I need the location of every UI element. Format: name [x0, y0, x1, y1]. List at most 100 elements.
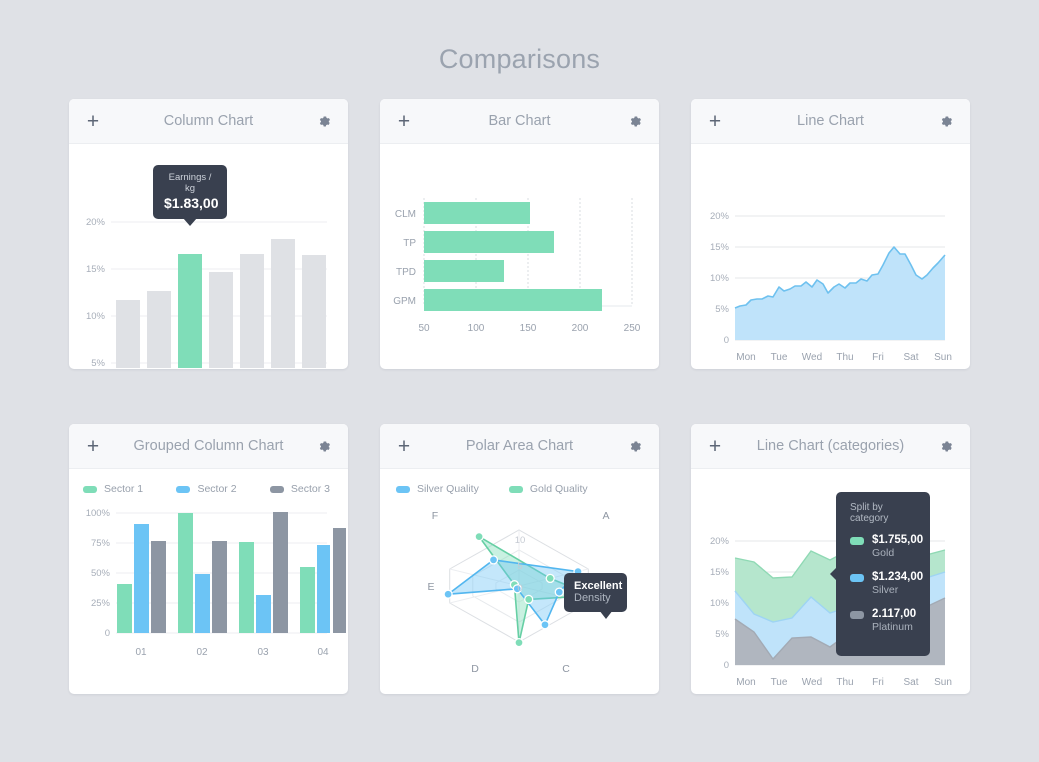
svg-text:5%: 5% — [715, 304, 729, 315]
card-header: + Column Chart — [69, 99, 348, 144]
tooltip-subtitle: Density — [574, 592, 611, 604]
polar-chart-tooltip: Excellent Density — [564, 573, 627, 619]
legend-item-sector-2[interactable]: Sector 2 — [176, 483, 237, 495]
svg-text:10%: 10% — [710, 598, 730, 609]
legend-item-sector-1[interactable]: Sector 1 — [83, 483, 143, 495]
card-header: + Grouped Column Chart — [69, 424, 348, 469]
bars — [424, 202, 602, 311]
svg-text:10%: 10% — [86, 311, 106, 322]
svg-text:5%: 5% — [715, 629, 729, 640]
card-header: + Line Chart — [691, 99, 970, 144]
svg-text:Sun: Sun — [934, 677, 952, 688]
svg-text:0: 0 — [724, 660, 729, 671]
svg-text:Wed: Wed — [802, 352, 822, 363]
highlighted-column — [178, 254, 202, 368]
svg-text:20%: 20% — [710, 211, 730, 222]
y-axis-labels: 20% 15% 10% 5% 0 — [86, 217, 106, 368]
svg-text:0: 0 — [517, 583, 522, 594]
gear-icon[interactable] — [314, 436, 334, 456]
tooltip-item-platinum: 2.117,00 Platinum — [850, 607, 916, 635]
bar-chart-body: CLM TP TPD GPM 50 100 150 200 250 — [380, 144, 659, 369]
svg-text:Mon: Mon — [736, 677, 755, 688]
polar-area-chart-body: Silver Quality Gold Quality 10 5 0 A C D… — [380, 469, 659, 694]
legend: Silver Quality Gold Quality — [380, 469, 659, 495]
svg-text:50%: 50% — [91, 568, 111, 579]
svg-text:A: A — [602, 510, 609, 522]
legend-swatch-icon — [269, 485, 284, 493]
card-title: Bar Chart — [488, 113, 551, 129]
tooltip-category-name: Platinum — [872, 621, 913, 634]
svg-text:Mon: Mon — [736, 352, 755, 363]
gear-icon[interactable] — [936, 436, 956, 456]
svg-text:C: C — [562, 663, 570, 675]
legend-item-sector-3[interactable]: Sector 3 — [269, 483, 330, 495]
legend-label: Gold Quality — [529, 483, 588, 495]
legend-item-silver-quality[interactable]: Silver Quality — [396, 483, 479, 495]
svg-text:E: E — [427, 581, 434, 593]
gear-icon[interactable] — [625, 111, 645, 131]
svg-text:15%: 15% — [86, 264, 106, 275]
card-bar-chart: + Bar Chart CLM TP TPD GPM 50 100 150 20… — [380, 99, 659, 369]
legend: Sector 1 Sector 2 Sector 3 — [69, 469, 348, 495]
svg-text:100: 100 — [468, 323, 485, 334]
x-axis-labels: Mon Tue Wed Thu Fri Sat Sun — [736, 352, 952, 363]
y-axis-labels: 20% 15% 10% 5% 0 — [710, 211, 730, 346]
line-chart-svg[interactable]: 20% 15% 10% 5% 0 Mon Tue Wed Thu Fri Sat… — [691, 144, 970, 368]
card-header: + Polar Area Chart — [380, 424, 659, 469]
svg-text:F: F — [432, 510, 438, 522]
svg-text:Wed: Wed — [802, 677, 822, 688]
page-title: Comparisons — [438, 44, 601, 74]
legend-swatch-icon — [83, 485, 97, 493]
add-icon[interactable]: + — [705, 111, 725, 132]
svg-text:15%: 15% — [710, 567, 730, 578]
x-axis-labels: 50 100 150 200 250 — [418, 323, 640, 334]
y-axis-labels: 20% 15% 10% 5% 0 — [710, 536, 730, 671]
y-axis-labels: CLM TP TPD GPM — [393, 209, 416, 307]
gear-icon[interactable] — [936, 111, 956, 131]
card-line-chart-categories: + Line Chart (categories) 20% 15% 10% 5%… — [691, 424, 970, 694]
svg-text:5%: 5% — [91, 358, 105, 368]
card-title: Line Chart — [797, 113, 864, 129]
add-icon[interactable]: + — [83, 436, 103, 457]
svg-text:GPM: GPM — [393, 296, 416, 307]
card-polar-area-chart: + Polar Area Chart Silver Quality Gold Q… — [380, 424, 659, 694]
tooltip-caption: Earnings / kg — [168, 172, 212, 194]
card-grouped-column-chart: + Grouped Column Chart Sector 1 Sector 2… — [69, 424, 348, 694]
card-header: + Line Chart (categories) — [691, 424, 970, 469]
svg-text:Sat: Sat — [903, 677, 918, 688]
legend-swatch-icon — [176, 485, 191, 493]
bar-chart-svg[interactable]: CLM TP TPD GPM 50 100 150 200 250 — [380, 144, 659, 368]
gear-icon[interactable] — [625, 436, 645, 456]
grouped-column-chart-body: Sector 1 Sector 2 Sector 3 100% 75% 50% … — [69, 469, 348, 694]
legend-swatch-icon — [508, 485, 523, 493]
tooltip-swatch-icon — [850, 611, 864, 620]
svg-text:0: 0 — [105, 628, 110, 639]
line-chart-body: 20% 15% 10% 5% 0 Mon Tue Wed Thu Fri Sat… — [691, 144, 970, 369]
svg-text:Thu: Thu — [836, 352, 853, 363]
card-title: Line Chart (categories) — [756, 438, 905, 454]
y-axis-labels: 100% 75% 50% 25% 0 — [86, 508, 111, 639]
card-title: Polar Area Chart — [465, 438, 574, 454]
grouped-column-chart-svg[interactable]: 100% 75% 50% 25% 0 01 02 03 04 — [69, 495, 348, 685]
svg-text:Sat: Sat — [903, 352, 918, 363]
tooltip-arrow-icon — [183, 218, 197, 226]
legend-label: Sector 3 — [290, 483, 330, 495]
add-icon[interactable]: + — [394, 111, 414, 132]
svg-text:CLM: CLM — [395, 209, 416, 220]
add-icon[interactable]: + — [705, 436, 725, 457]
svg-text:Tue: Tue — [771, 352, 788, 363]
gear-icon[interactable] — [314, 111, 334, 131]
tooltip-header: Split by category — [850, 502, 889, 524]
tooltip-category-name: Gold — [872, 547, 895, 560]
tooltip-swatch-icon — [850, 574, 864, 583]
svg-text:0: 0 — [724, 335, 729, 346]
card-column-chart: + Column Chart 20% 15% 10% 5% 0 — [69, 99, 348, 369]
legend-label: Sector 1 — [104, 483, 144, 495]
legend-swatch-icon — [396, 485, 410, 493]
add-icon[interactable]: + — [394, 436, 414, 457]
tooltip-item-gold: $1.755,00 Gold — [850, 533, 923, 561]
svg-text:100%: 100% — [86, 508, 111, 519]
card-line-chart: + Line Chart 20% 15% 10% 5% 0 Mon Tue We… — [691, 99, 970, 369]
add-icon[interactable]: + — [83, 111, 103, 132]
legend-item-gold-quality[interactable]: Gold Quality — [508, 483, 588, 495]
